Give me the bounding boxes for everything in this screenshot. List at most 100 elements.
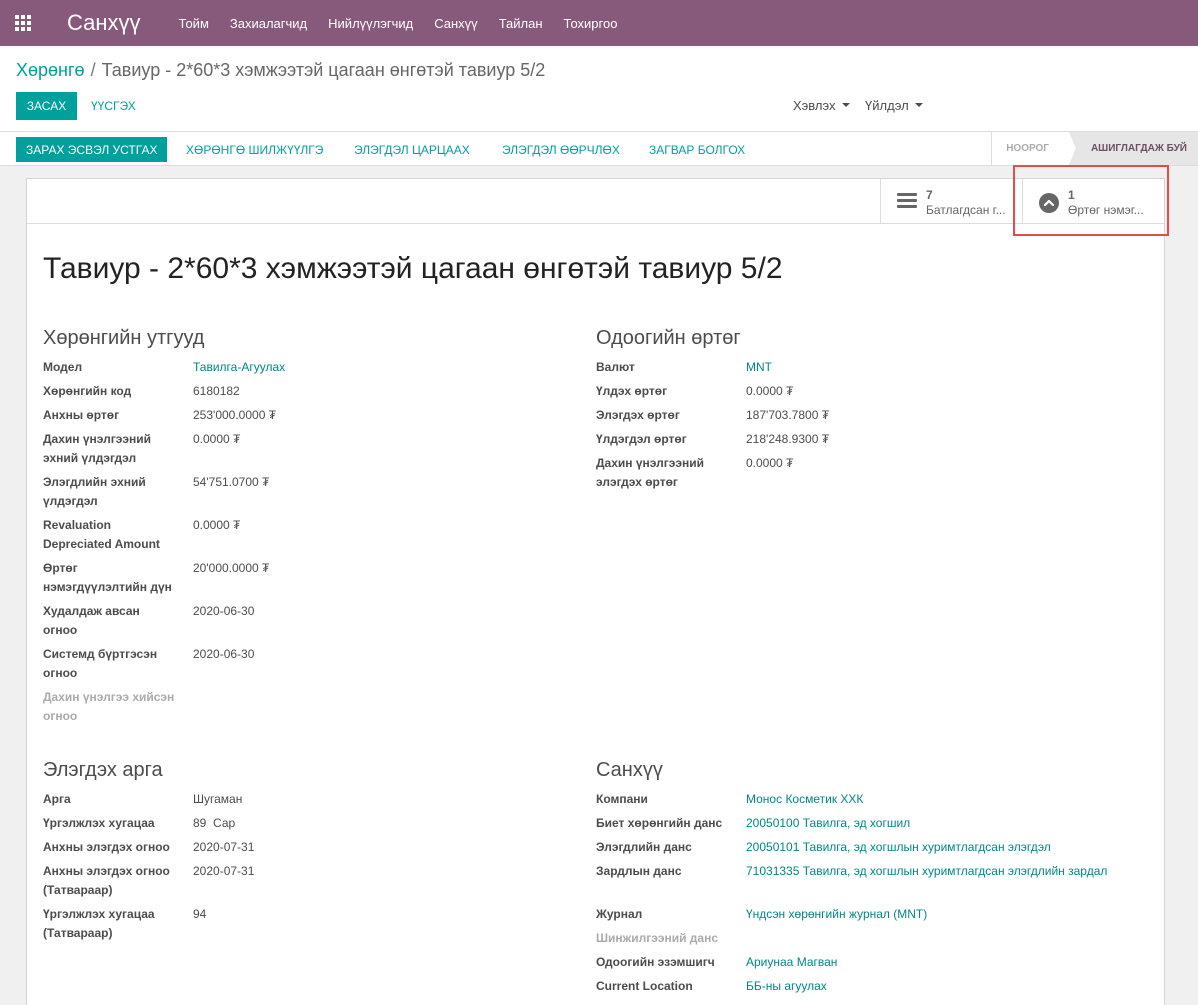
menu-item-configuration[interactable]: Тохиргоо	[564, 16, 618, 31]
stage-running[interactable]: АШИГЛАГДАЖ БУЙ	[1068, 132, 1198, 165]
field-label: Үлдэх өртөг	[596, 384, 668, 398]
group-title-current-value: Одоогийн өртөг	[596, 327, 741, 349]
value-increase-stat-button[interactable]: 1 Өртөг нэмэг...	[1022, 179, 1164, 223]
stat-label: Батлагдсан г...	[926, 203, 1006, 217]
top-navbar: Санхүү Тойм Захиалагчид Нийлүүлэгчид Сан…	[0, 0, 1198, 46]
duration-tax-field[interactable]: 94	[193, 905, 206, 924]
record-title: Тавиур - 2*60*3 хэмжээтэй цагаан өнгөтэй…	[43, 252, 783, 285]
field-label: Элэгдлийн эхний үлдэгдэл	[43, 475, 146, 508]
current-owner-field[interactable]: Ариунаа Магван	[746, 953, 837, 972]
field-label: Анхны элэгдэх огноо (Татвараар)	[43, 864, 170, 897]
menu-item-accounting[interactable]: Санхүү	[434, 16, 477, 31]
sell-or-dispose-button[interactable]: ЗАРАХ ЭСВЭЛ УСТГАХ	[16, 137, 168, 162]
first-depreciation-date-tax-field[interactable]: 2020-07-31	[193, 862, 254, 881]
revaluation-depreciable-field[interactable]: 0.0000 ₮	[746, 454, 793, 473]
field-label: Валют	[596, 360, 635, 374]
group-title-accounting: Санхүү	[596, 759, 663, 781]
original-value-field[interactable]: 253'000.0000 ₮	[193, 406, 276, 425]
field-label: Арга	[43, 792, 71, 806]
stage-draft[interactable]: НООРОГ	[991, 132, 1077, 165]
asset-code-field[interactable]: 6180182	[193, 382, 240, 401]
field-label: Одоогийн эзэмшигч	[596, 955, 715, 969]
status-stages: НООРОГ АШИГЛАГДАЖ БУЙ	[991, 132, 1198, 165]
menu-item-overview[interactable]: Тойм	[179, 16, 209, 31]
chevron-up-circle-icon	[1039, 193, 1059, 213]
value-increase-amount-field[interactable]: 20'000.0000 ₮	[193, 559, 269, 578]
action-dropdown-label: Үйлдэл	[865, 98, 909, 113]
menu-item-reporting[interactable]: Тайлан	[499, 16, 543, 31]
caret-down-icon	[841, 102, 850, 107]
stat-count: 1	[1068, 188, 1075, 202]
field-label: Хөрөнгийн код	[43, 384, 132, 398]
field-label: Үргэлжлэх хугацаа	[43, 816, 155, 830]
group-title-asset-values: Хөрөнгийн утгууд	[43, 327, 205, 349]
field-label: Худалдаж авсан огноо	[43, 604, 140, 637]
save-as-template-button[interactable]: ЗАГВАР БОЛГОХ	[649, 137, 745, 162]
caret-down-icon	[914, 102, 923, 107]
field-label: Элэгдэх өртөг	[596, 408, 680, 422]
confirmed-moves-stat-button[interactable]: 7 Батлагдсан г...	[880, 179, 1022, 223]
field-label: Элэгдлийн данс	[596, 840, 692, 854]
field-label: Revaluation Depreciated Amount	[43, 518, 160, 551]
field-label: Дахин үнэлгээний эхний үлдэгдэл	[43, 432, 151, 465]
action-dropdown[interactable]: Үйлдэл	[865, 98, 923, 113]
field-label: Биет хөрөнгийн данс	[596, 816, 723, 830]
field-label: Журнал	[596, 907, 643, 921]
field-label: Дахин үнэлгээ хийсэн огноо	[43, 690, 175, 723]
revaluation-depreciated-field[interactable]: 0.0000 ₮	[193, 516, 240, 535]
stat-count: 7	[926, 188, 933, 202]
purchase-date-field[interactable]: 2020-06-30	[193, 602, 254, 621]
app-brand[interactable]: Санхүү	[67, 10, 141, 36]
salvage-value-field[interactable]: 0.0000 ₮	[746, 382, 793, 401]
change-depreciation-button[interactable]: ЭЛЭГДЭЛ ӨӨРЧЛӨХ	[502, 137, 620, 162]
menu-item-vendors[interactable]: Нийлүүлэгчид	[328, 16, 413, 31]
company-field[interactable]: Монос Косметик ХХК	[746, 790, 863, 809]
create-button[interactable]: ҮҮСГЭХ	[91, 92, 136, 120]
model-field[interactable]: Тавилга-Агуулах	[193, 358, 285, 377]
field-label: Компани	[596, 792, 648, 806]
list-icon	[897, 193, 917, 209]
print-dropdown[interactable]: Хэвлэх	[793, 98, 850, 113]
breadcrumb: Хөрөнгө / Тавиур - 2*60*3 хэмжээтэй цагаан…	[16, 60, 545, 81]
breadcrumb-separator: /	[90, 60, 96, 80]
statusbar: ЗАРАХ ЭСВЭЛ УСТГАХ ХӨРӨНГӨ ШИЛЖҮҮЛГЭ ЭЛЭ…	[0, 132, 1198, 166]
depreciation-account-field[interactable]: 20050101 Тавилга, эд хогшлын хуримтлагдс…	[746, 838, 1051, 857]
current-location-field[interactable]: ББ-ны агуулах	[746, 977, 827, 996]
field-label: Current Location	[596, 979, 693, 993]
journal-field[interactable]: Үндсэн хөрөнгийн журнал (MNT)	[746, 905, 927, 924]
freeze-depreciation-button[interactable]: ЭЛЭГДЭЛ ЦАРЦААХ	[354, 137, 470, 162]
field-label: Үлдэгдэл өртөг	[596, 432, 687, 446]
field-label: Дахин үнэлгээний элэгдэх өртөг	[596, 456, 704, 489]
stat-label: Өртөг нэмэг...	[1068, 203, 1144, 217]
asset-account-field[interactable]: 20050100 Тавилга, эд хогшил	[746, 814, 910, 833]
field-label: Системд бүртгэсэн огноо	[43, 647, 158, 680]
depreciation-initial-field[interactable]: 54'751.0700 ₮	[193, 473, 269, 492]
control-panel: Хөрөнгө / Тавиур - 2*60*3 хэмжээтэй цагаан…	[0, 46, 1198, 132]
field-label: Модел	[43, 360, 83, 374]
field-label: Зардлын данс	[596, 864, 682, 878]
group-title-depreciation: Элэгдэх арга	[43, 759, 163, 781]
field-label: Өртөг нэмэгдүүлэлтийн дүн	[43, 561, 172, 594]
breadcrumb-current: Тавиур - 2*60*3 хэмжээтэй цагаан өнгөтэй…	[101, 60, 546, 80]
expense-account-field[interactable]: 71031335 Тавилга, эд хогшлын хуримтлагдс…	[746, 862, 1126, 881]
menu-item-customers[interactable]: Захиалагчид	[230, 16, 307, 31]
field-label: Анхны өртөг	[43, 408, 120, 422]
registration-date-field[interactable]: 2020-06-30	[193, 645, 254, 664]
duration-field[interactable]: 89 Сар	[193, 814, 235, 833]
smart-button-box: 7 Батлагдсан г... 1 Өртөг нэмэг...	[27, 179, 1164, 224]
field-label: Шинжилгээний данс	[596, 931, 718, 945]
currency-field[interactable]: MNT	[746, 358, 772, 377]
residual-value-field[interactable]: 218'248.9300 ₮	[746, 430, 829, 449]
depreciable-value-field[interactable]: 187'703.7800 ₮	[746, 406, 829, 425]
first-depreciation-date-field[interactable]: 2020-07-31	[193, 838, 254, 857]
asset-transfer-button[interactable]: ХӨРӨНГӨ ШИЛЖҮҮЛГЭ	[186, 137, 323, 162]
method-field[interactable]: Шугаман	[193, 790, 242, 809]
revaluation-initial-field[interactable]: 0.0000 ₮	[193, 430, 240, 449]
field-label: Үргэлжлэх хугацаа (Татвараар)	[43, 907, 155, 940]
form-sheet: 7 Батлагдсан г... 1 Өртөг нэмэг... Тавиу…	[26, 178, 1165, 1005]
field-label: Анхны элэгдэх огноо	[43, 840, 170, 854]
edit-button[interactable]: ЗАСАХ	[16, 92, 77, 120]
print-dropdown-label: Хэвлэх	[793, 98, 836, 113]
apps-menu-icon[interactable]	[0, 0, 46, 46]
breadcrumb-parent[interactable]: Хөрөнгө	[16, 60, 85, 80]
